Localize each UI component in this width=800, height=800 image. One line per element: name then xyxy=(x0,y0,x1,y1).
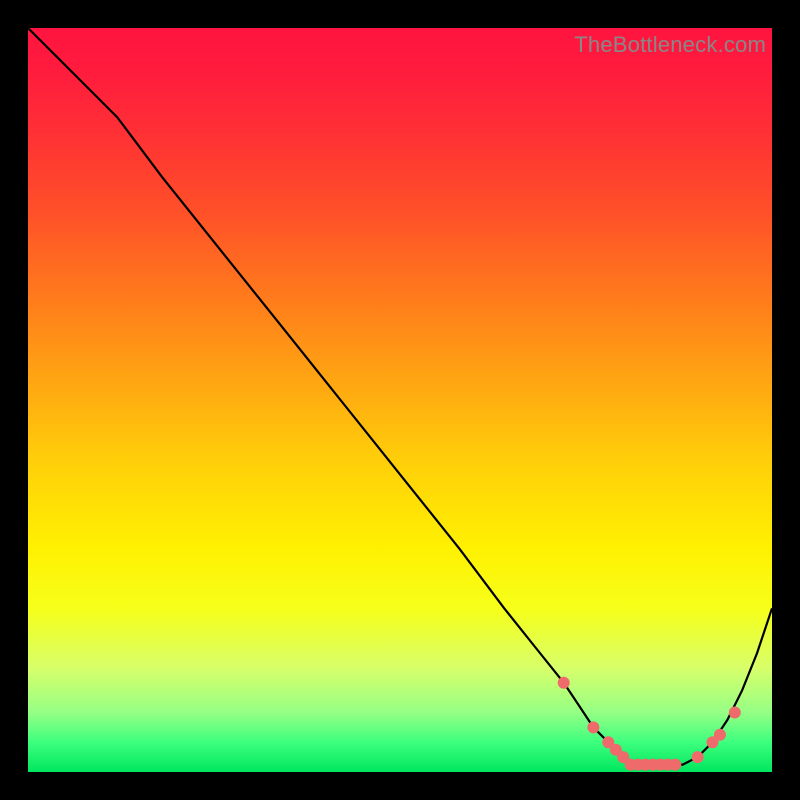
bottleneck-curve xyxy=(28,28,772,765)
plot-area: TheBottleneck.com xyxy=(28,28,772,772)
curve-marker xyxy=(558,677,570,689)
curve-markers xyxy=(558,677,741,771)
curve-marker xyxy=(692,751,704,763)
curve-marker xyxy=(587,721,599,733)
chart-frame: TheBottleneck.com xyxy=(0,0,800,800)
curve-marker xyxy=(669,759,681,771)
curve-marker xyxy=(729,707,741,719)
curve-marker xyxy=(714,729,726,741)
curve-layer xyxy=(28,28,772,772)
